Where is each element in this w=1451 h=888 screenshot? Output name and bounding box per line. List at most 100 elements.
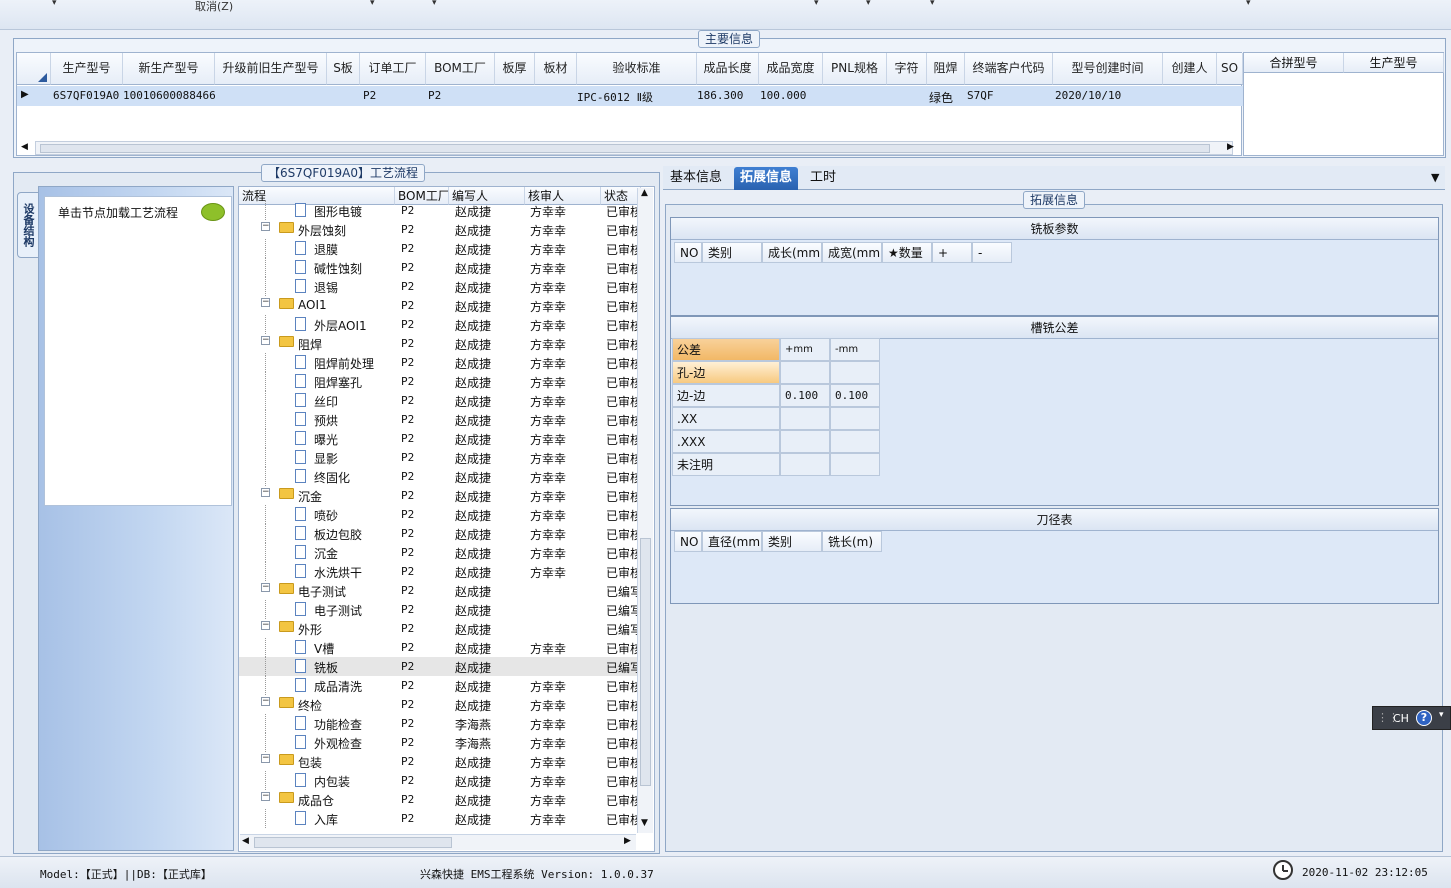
tree-row[interactable]: 外层AOI1 P2 赵成捷 方幸幸 已审核 — [239, 315, 642, 334]
main-grid-hscrollbar[interactable] — [35, 141, 1233, 155]
tree-row[interactable]: V槽 P2 赵成捷 方幸幸 已审核 — [239, 638, 642, 657]
tab-basic-info[interactable]: 基本信息 — [664, 167, 728, 190]
col-quantity[interactable]: ★数量 — [882, 242, 932, 263]
col-new-model[interactable]: 新生产型号 — [123, 53, 215, 85]
cell-prod-model[interactable]: 6S7QF019A0 — [53, 89, 119, 102]
col-old-model[interactable]: 升级前旧生产型号 — [215, 53, 327, 85]
tolerance-plus[interactable] — [780, 361, 830, 384]
col-standard[interactable]: 验收标准 — [577, 53, 697, 85]
tree-row[interactable]: 功能检查 P2 李海燕 方幸幸 已审核 — [239, 714, 642, 733]
col-finished-length[interactable]: 成长(mm) — [762, 242, 822, 263]
cell-order-factory[interactable]: P2 — [363, 89, 376, 102]
col-pnl[interactable]: PNL规格 — [823, 53, 887, 85]
col-created-time[interactable]: 型号创建时间 — [1053, 53, 1163, 85]
tree-row[interactable]: − 成品仓 P2 赵成捷 方幸幸 已审核 — [239, 790, 642, 809]
col-prod-model[interactable]: 生产型号 — [51, 53, 123, 85]
cell-bom-factory[interactable]: P2 — [428, 89, 441, 102]
ime-toolbar[interactable]: ⋮⋮ CH ? ▾ — [1372, 706, 1451, 730]
col-category[interactable]: 类别 — [762, 531, 822, 552]
tree-row[interactable]: − 沉金 P2 赵成捷 方幸幸 已审核 — [239, 486, 642, 505]
tolerance-minus[interactable] — [830, 361, 880, 384]
help-icon[interactable]: ? — [1416, 710, 1432, 726]
col-mill-length[interactable]: 铣长(m) — [822, 531, 882, 552]
scroll-left-icon[interactable]: ◀ — [242, 836, 249, 846]
node-hint-box[interactable]: 单击节点加载工艺流程 — [44, 196, 232, 506]
tree-row[interactable]: − 外形 P2 赵成捷 已编写 — [239, 619, 642, 638]
dropdown-arrow-icon[interactable]: ▾ — [930, 0, 935, 8]
tree-row[interactable]: 碱性蚀刻 P2 赵成捷 方幸幸 已审核 — [239, 258, 642, 277]
col-prod-model-2[interactable]: 生产型号 — [1344, 53, 1444, 73]
col-order-factory[interactable]: 订单工厂 — [360, 53, 426, 85]
collapse-icon[interactable]: − — [261, 298, 270, 307]
col-tolerance[interactable]: 公差 — [672, 338, 780, 361]
col-no[interactable]: NO — [674, 242, 702, 263]
col-merge-model[interactable]: 合拼型号 — [1244, 53, 1344, 73]
col-finished-width[interactable]: 成宽(mm) — [822, 242, 882, 263]
tree-row[interactable]: − 外层蚀刻 P2 赵成捷 方幸幸 已审核 — [239, 220, 642, 239]
tree-row[interactable]: 成品清洗 P2 赵成捷 方幸幸 已审核 — [239, 676, 642, 695]
tree-row[interactable]: − 包装 P2 赵成捷 方幸幸 已审核 — [239, 752, 642, 771]
collapse-icon[interactable]: − — [261, 222, 270, 231]
tolerance-plus[interactable] — [780, 453, 830, 476]
col-bom-factory[interactable]: BOM工厂 — [426, 53, 495, 85]
tolerance-label[interactable]: 孔-边 — [672, 361, 780, 384]
cell-customer-code[interactable]: S7QF — [967, 89, 994, 102]
scroll-right-icon[interactable]: ▶ — [624, 836, 631, 846]
tolerance-minus[interactable] — [830, 430, 880, 453]
dropdown-arrow-icon[interactable]: ▾ — [814, 0, 819, 8]
tab-extended-info[interactable]: 拓展信息 — [734, 167, 799, 190]
dropdown-arrow-icon[interactable]: ▾ — [866, 0, 871, 8]
tolerance-minus[interactable] — [830, 407, 880, 430]
tolerance-minus[interactable] — [830, 453, 880, 476]
collapse-icon[interactable]: − — [261, 583, 270, 592]
tree-row[interactable]: 沉金 P2 赵成捷 方幸幸 已审核 — [239, 543, 642, 562]
tree-row[interactable]: 内包装 P2 赵成捷 方幸幸 已审核 — [239, 771, 642, 790]
dropdown-arrow-icon[interactable]: ▾ — [52, 0, 57, 8]
chevron-down-icon[interactable]: ▼ — [1431, 171, 1439, 184]
tolerance-label[interactable]: 未注明 — [672, 453, 780, 476]
tree-row[interactable]: 铣板 P2 赵成捷 已编写 — [239, 657, 642, 676]
scroll-right-icon[interactable]: ▶ — [1227, 142, 1234, 152]
cell-solder[interactable]: 绿色 — [929, 89, 953, 106]
col-minus-mm[interactable]: -mm — [830, 338, 880, 361]
tree-row[interactable]: − AOI1 P2 赵成捷 方幸幸 已审核 — [239, 296, 642, 315]
dropdown-arrow-icon[interactable]: ▾ — [432, 0, 437, 8]
col-solder[interactable]: 阻焊 — [927, 53, 965, 85]
collapse-icon[interactable]: − — [261, 754, 270, 763]
remove-button[interactable]: - — [972, 242, 1012, 263]
cell-standard[interactable]: IPC-6012 Ⅱ级 — [577, 89, 653, 105]
col-customer-code[interactable]: 终端客户代码 — [965, 53, 1053, 85]
tree-row[interactable]: 显影 P2 赵成捷 方幸幸 已审核 — [239, 448, 642, 467]
tree-vscrollbar[interactable]: ▲ ▼ — [637, 188, 653, 833]
tree-row[interactable]: 图形电镀 P2 赵成捷 方幸幸 已审核 — [239, 201, 642, 220]
tab-equipment-structure[interactable]: 设备结构 — [17, 192, 39, 258]
collapse-icon[interactable]: − — [261, 697, 270, 706]
col-plus-mm[interactable]: +mm — [780, 338, 830, 361]
tree-row[interactable]: 预烘 P2 赵成捷 方幸幸 已审核 — [239, 410, 642, 429]
tree-row[interactable]: − 电子测试 P2 赵成捷 已编写 — [239, 581, 642, 600]
col-creator[interactable]: 创建人 — [1163, 53, 1217, 85]
tree-row[interactable]: 曝光 P2 赵成捷 方幸幸 已审核 — [239, 429, 642, 448]
tolerance-minus[interactable]: 0.100 — [830, 384, 880, 407]
cell-new-model[interactable]: 10010600088466 — [123, 89, 216, 102]
tree-row[interactable]: 退锡 P2 赵成捷 方幸幸 已审核 — [239, 277, 642, 296]
cancel-button[interactable]: 取消(Z) — [195, 0, 233, 14]
process-tree-grid[interactable]: 流程 BOM工厂 编写人 核审人 状态 图形电镀 P2 赵成捷 方幸幸 已审核 − 外层蚀刻… — [238, 186, 655, 852]
scroll-up-icon[interactable]: ▲ — [641, 188, 648, 198]
tolerance-label[interactable]: .XXX — [672, 430, 780, 453]
col-category[interactable]: 类别 — [702, 242, 762, 263]
collapse-icon[interactable]: − — [261, 792, 270, 801]
scroll-down-icon[interactable]: ▼ — [641, 818, 648, 828]
dropdown-arrow-icon[interactable]: ▾ — [370, 0, 375, 8]
col-s-board[interactable]: S板 — [327, 53, 360, 85]
collapse-icon[interactable]: − — [261, 336, 270, 345]
tree-row[interactable]: − 终检 P2 赵成捷 方幸幸 已审核 — [239, 695, 642, 714]
tree-row[interactable]: − 阻焊 P2 赵成捷 方幸幸 已审核 — [239, 334, 642, 353]
col-thickness[interactable]: 板厚 — [495, 53, 535, 85]
col-no[interactable]: NO — [674, 531, 702, 552]
col-width[interactable]: 成品宽度 — [759, 53, 823, 85]
tolerance-plus[interactable]: 0.100 — [780, 384, 830, 407]
tree-row[interactable]: 阻焊前处理 P2 赵成捷 方幸幸 已审核 — [239, 353, 642, 372]
tolerance-label[interactable]: .XX — [672, 407, 780, 430]
tree-row[interactable]: 喷砂 P2 赵成捷 方幸幸 已审核 — [239, 505, 642, 524]
